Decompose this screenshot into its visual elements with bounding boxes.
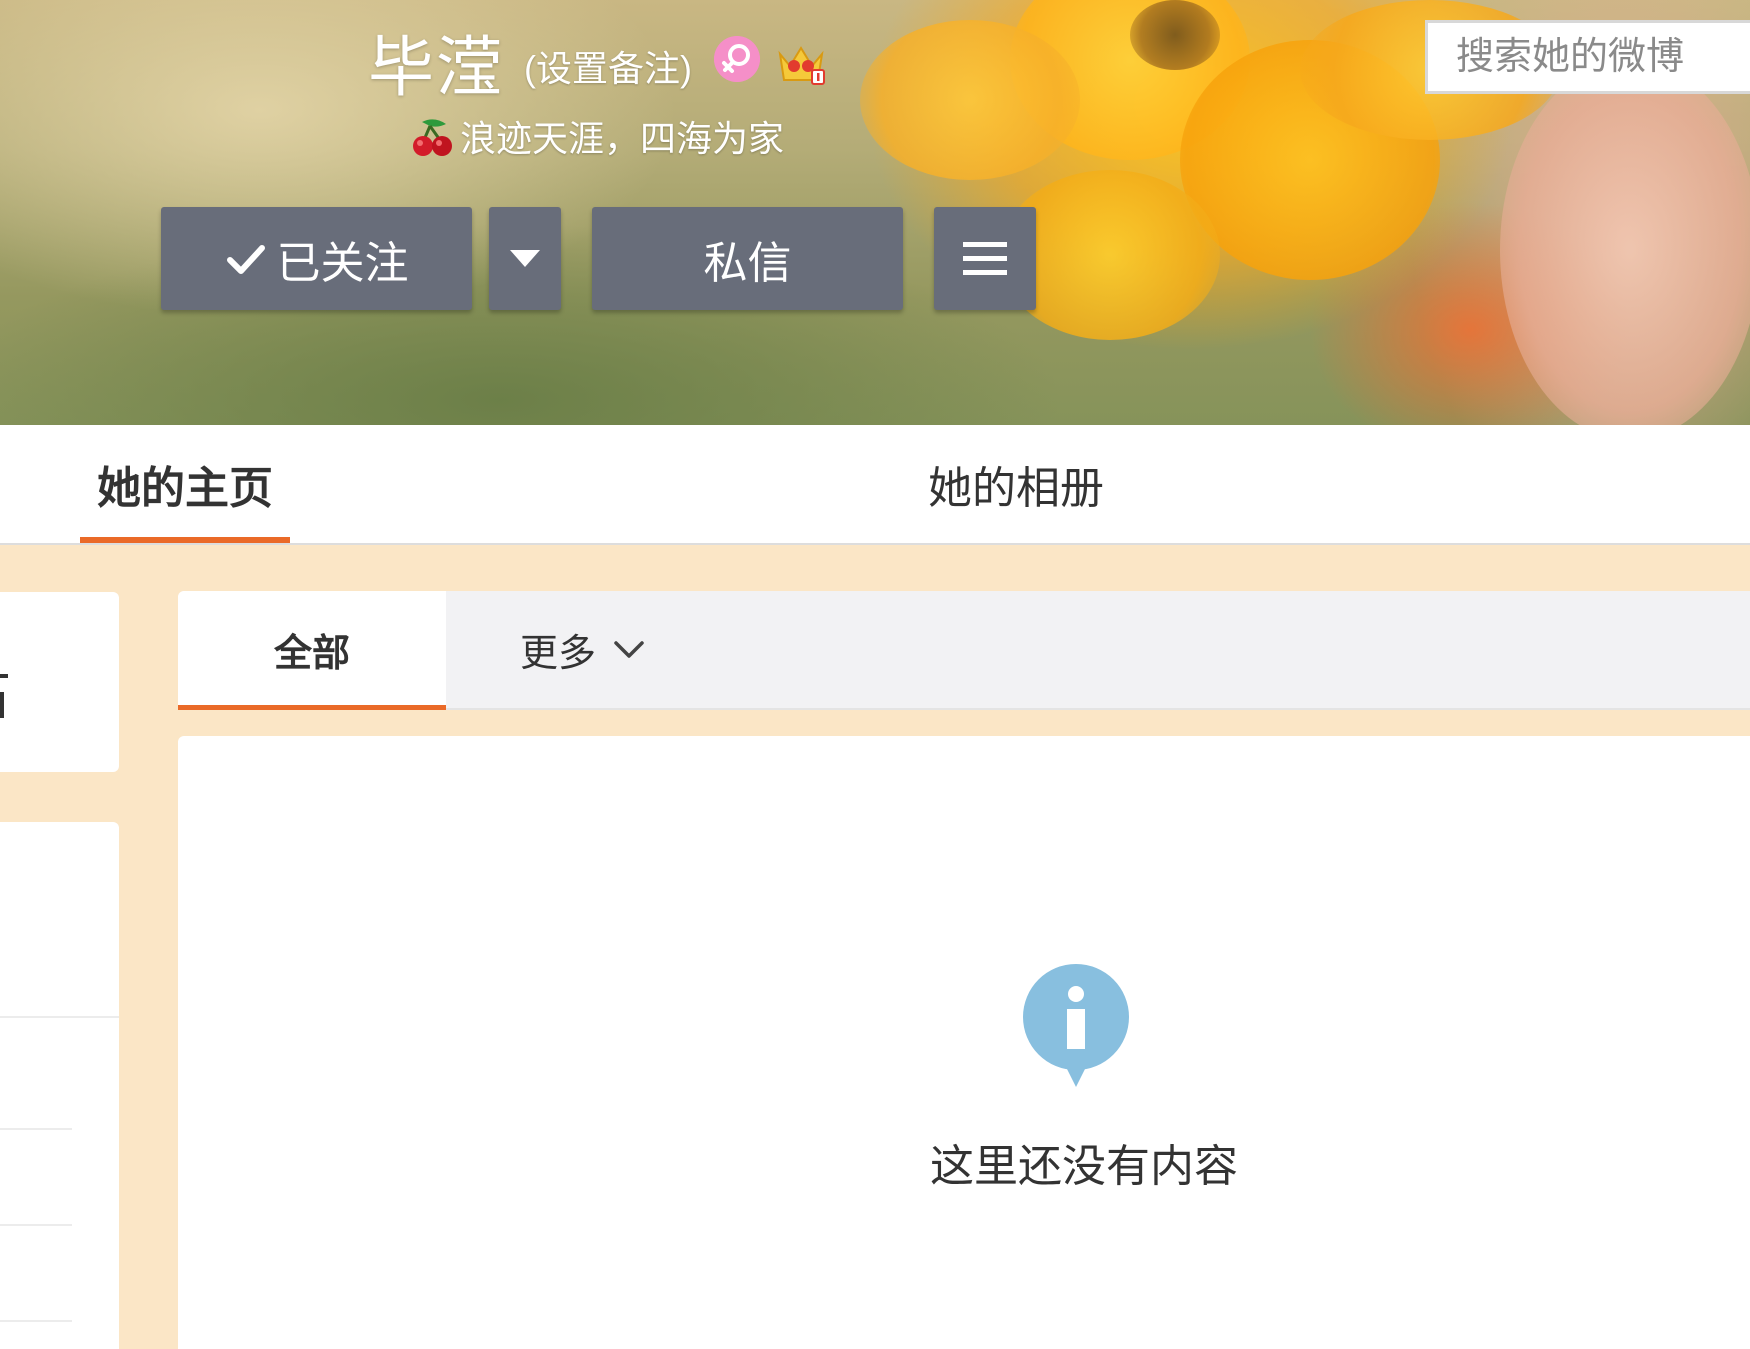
set-remark-link[interactable]: (设置备注) — [524, 40, 692, 92]
sidebar-card-text-fragment — [0, 692, 4, 718]
tab-her-album[interactable]: 她的相册 — [928, 425, 1104, 543]
chevron-down-icon — [614, 640, 644, 658]
private-message-label: 私信 — [703, 238, 792, 288]
profile-name: 毕滢 — [368, 30, 504, 104]
following-button-label: 已关注 — [276, 238, 409, 288]
info-bubble-icon — [1023, 964, 1129, 1087]
search-her-weibo-input[interactable] — [1425, 20, 1750, 94]
filter-more-dropdown[interactable]: 更多 — [520, 591, 644, 708]
check-icon — [226, 244, 265, 274]
feed-content-panel — [178, 736, 1750, 1349]
feed-filter-bar: 全部 更多 — [178, 591, 1750, 710]
female-icon — [714, 36, 760, 82]
filter-more-label: 更多 — [520, 633, 597, 675]
cover-flower-center — [1130, 0, 1220, 70]
empty-state-message: 这里还没有内容 — [930, 1142, 1238, 1191]
following-button[interactable]: 已关注 — [161, 207, 472, 310]
private-message-button[interactable]: 私信 — [592, 207, 903, 310]
divider — [0, 1128, 72, 1130]
divider — [0, 1224, 72, 1226]
divider — [0, 1320, 72, 1322]
crown-icon — [778, 46, 825, 85]
sidebar-card — [0, 822, 119, 1349]
tab-her-homepage[interactable]: 她的主页 — [80, 425, 290, 543]
cover-flower-petal — [860, 20, 1080, 180]
more-menu-button[interactable] — [934, 207, 1036, 310]
caret-down-icon — [510, 249, 540, 267]
profile-tab-bar: 她的主页 她的相册 — [0, 425, 1750, 545]
divider — [0, 1016, 119, 1018]
filter-all-tab[interactable]: 全部 — [178, 591, 446, 710]
cherry-icon — [413, 119, 452, 156]
follow-options-dropdown[interactable] — [489, 207, 561, 310]
sidebar-card — [0, 592, 119, 772]
sidebar-card-text-fragment — [0, 674, 8, 678]
cover-hand — [1500, 60, 1750, 425]
hamburger-menu-icon — [963, 241, 1007, 275]
profile-bio: 浪迹天涯，四海为家 — [460, 118, 785, 159]
